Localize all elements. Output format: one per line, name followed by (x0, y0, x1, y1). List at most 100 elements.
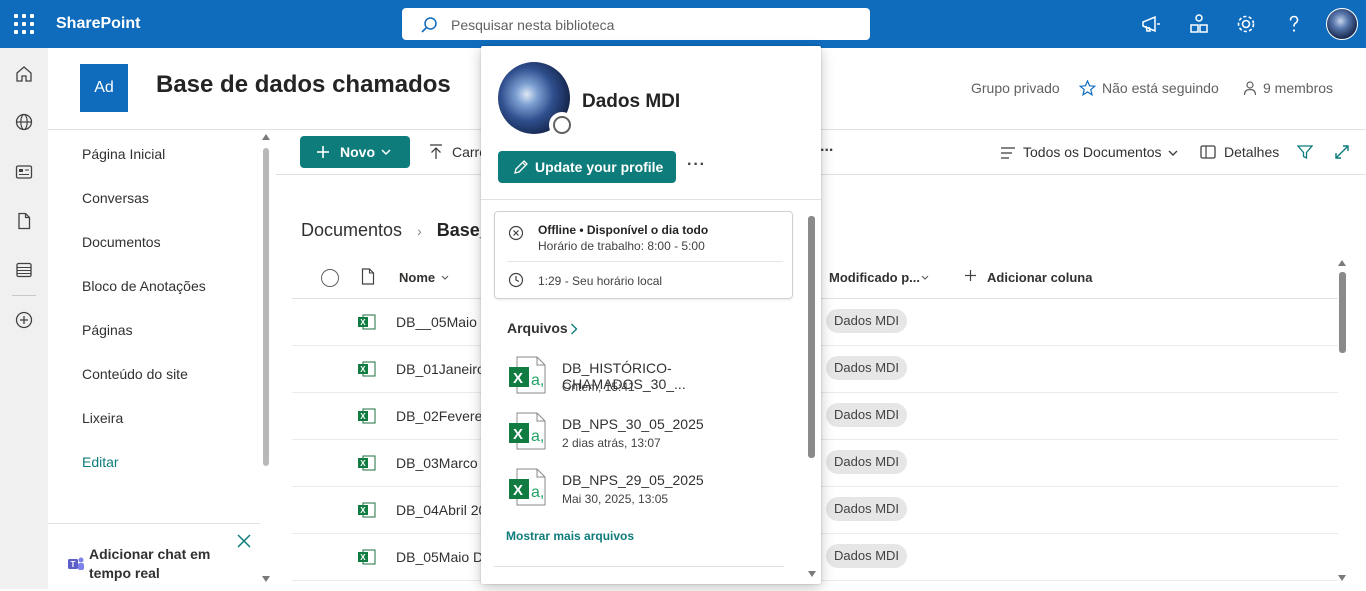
plus-icon (317, 146, 329, 158)
modified-by-pill[interactable]: Dados MDI (826, 309, 908, 333)
privacy-label: Grupo privado (971, 80, 1060, 96)
nav-item-notebook[interactable]: Bloco de Anotações (82, 278, 206, 294)
scroll-up-icon[interactable] (1338, 260, 1346, 266)
nav-item-conversations[interactable]: Conversas (82, 190, 149, 206)
sharepoint-connect-icon[interactable] (1187, 12, 1211, 36)
nav-item-recycle-bin[interactable]: Lixeira (82, 410, 123, 426)
search-input[interactable]: Pesquisar nesta biblioteca (402, 8, 870, 40)
modified-by-pill[interactable]: Dados MDI (826, 497, 908, 521)
scroll-down-icon[interactable] (808, 571, 816, 577)
file-name[interactable]: DB_NPS_30_05_2025 (562, 416, 704, 432)
user-avatar[interactable] (1326, 8, 1358, 40)
view-selector[interactable]: Todos os Documentos (1023, 144, 1162, 160)
offline-status-icon (508, 225, 524, 241)
details-pane-icon (1200, 145, 1216, 159)
members-button[interactable]: 9 membros (1263, 80, 1333, 96)
column-name-header[interactable]: Nome (399, 270, 435, 285)
svg-text:T: T (71, 560, 76, 569)
new-button[interactable]: Novo (300, 136, 410, 168)
list-icon[interactable] (14, 260, 34, 280)
list-scrollbar[interactable] (1339, 272, 1346, 353)
file-name-link[interactable]: DB_04Abril 20 (396, 502, 486, 518)
globe-icon[interactable] (14, 112, 34, 132)
more-actions-button[interactable]: ··· (687, 156, 706, 174)
excel-file-icon: X (358, 549, 376, 565)
file-name-link[interactable]: DB_02Fevereir (396, 408, 490, 424)
chevron-down-icon[interactable] (921, 275, 929, 280)
megaphone-icon[interactable] (1139, 12, 1163, 36)
modified-by-pill[interactable]: Dados MDI (826, 544, 908, 568)
excel-file-icon: Xa, (509, 412, 546, 450)
site-title[interactable]: Base de dados chamados (156, 71, 451, 99)
upload-icon[interactable] (429, 144, 443, 160)
svg-text:X: X (513, 426, 523, 443)
nav-scrollbar[interactable] (263, 148, 269, 466)
update-profile-button[interactable]: Update your profile (498, 151, 676, 183)
chevron-right-icon[interactable] (570, 323, 578, 335)
more-commands-button[interactable]: ... (820, 138, 833, 156)
news-icon[interactable] (14, 162, 34, 182)
create-icon[interactable] (14, 310, 34, 330)
availability-box: Offline • Disponível o dia todo Horário … (494, 211, 793, 299)
scroll-down-icon[interactable] (262, 576, 270, 582)
modified-by-pill[interactable]: Dados MDI (826, 403, 908, 427)
details-button[interactable]: Detalhes (1224, 144, 1279, 160)
file-name-link[interactable]: DB__05Maio D (396, 314, 491, 330)
file-name-link[interactable]: DB_01Janeiro (396, 361, 485, 377)
svg-text:X: X (360, 459, 366, 468)
pencil-icon (514, 160, 528, 174)
file-type-icon[interactable] (361, 268, 375, 285)
profile-name[interactable]: Dados MDI (582, 91, 680, 113)
star-icon[interactable] (1079, 80, 1096, 96)
nav-item-home[interactable]: Página Inicial (82, 146, 165, 162)
select-all-checkbox[interactable] (321, 269, 339, 287)
chat-promo-label[interactable]: Adicionar chat em tempo real (89, 545, 219, 583)
excel-file-icon: Xa, (509, 356, 546, 394)
scroll-up-icon[interactable] (262, 134, 270, 140)
nav-item-pages[interactable]: Páginas (82, 322, 133, 338)
files-section-title[interactable]: Arquivos (507, 320, 568, 336)
nav-item-site-contents[interactable]: Conteúdo do site (82, 366, 188, 382)
app-bar (0, 48, 48, 589)
help-icon[interactable] (1282, 12, 1306, 36)
add-column-button[interactable]: Adicionar coluna (987, 270, 1092, 285)
file-name-link[interactable]: DB_05Maio D (396, 549, 483, 565)
app-launcher-icon[interactable] (14, 14, 34, 34)
command-bar: Novo Carre ... Todos os Documentos Detal… (276, 129, 1366, 175)
modified-by-pill[interactable]: Dados MDI (826, 450, 908, 474)
chevron-down-icon[interactable] (1168, 150, 1178, 157)
breadcrumb-root[interactable]: Documentos (301, 220, 402, 240)
file-name-link[interactable]: DB_03Marco 2 (396, 455, 489, 471)
svg-text:a,: a, (531, 372, 544, 389)
home-icon[interactable] (14, 64, 34, 84)
update-profile-label: Update your profile (535, 159, 664, 175)
scroll-down-icon[interactable] (1338, 575, 1346, 581)
recent-file-item[interactable]: Xa, DB_HISTÓRICO-CHAMADOS_30_... Ontem, … (507, 355, 787, 403)
suite-bar: SharePoint Pesquisar nesta biblioteca (0, 0, 1366, 48)
nav-item-documents[interactable]: Documentos (82, 234, 161, 250)
expand-icon[interactable] (1334, 144, 1350, 160)
column-modified-by-header[interactable]: Modificado p... (829, 270, 920, 285)
chevron-down-icon[interactable] (441, 275, 449, 280)
site-logo[interactable]: Ad (80, 64, 128, 112)
gear-icon[interactable] (1234, 12, 1258, 36)
search-placeholder: Pesquisar nesta biblioteca (451, 17, 615, 33)
app-name[interactable]: SharePoint (56, 15, 140, 33)
excel-file-icon: Xa, (509, 468, 546, 506)
svg-text:X: X (360, 553, 366, 562)
clock-icon (508, 272, 524, 288)
document-icon[interactable] (14, 211, 34, 231)
recent-file-item[interactable]: Xa, DB_NPS_30_05_2025 2 dias atrás, 13:0… (507, 411, 787, 459)
svg-text:X: X (360, 412, 366, 421)
person-icon (1243, 81, 1257, 96)
nav-edit-link[interactable]: Editar (82, 454, 119, 470)
recent-file-item[interactable]: Xa, DB_NPS_29_05_2025 Mai 30, 2025, 13:0… (507, 467, 787, 515)
filter-icon[interactable] (1297, 144, 1313, 160)
follow-button[interactable]: Não está seguindo (1102, 80, 1219, 96)
close-icon[interactable] (237, 534, 251, 548)
show-more-files-link[interactable]: Mostrar mais arquivos (506, 529, 634, 543)
file-name[interactable]: DB_NPS_29_05_2025 (562, 472, 704, 488)
excel-file-icon: X (358, 314, 376, 330)
card-scrollbar[interactable] (808, 216, 815, 458)
modified-by-pill[interactable]: Dados MDI (826, 356, 908, 380)
